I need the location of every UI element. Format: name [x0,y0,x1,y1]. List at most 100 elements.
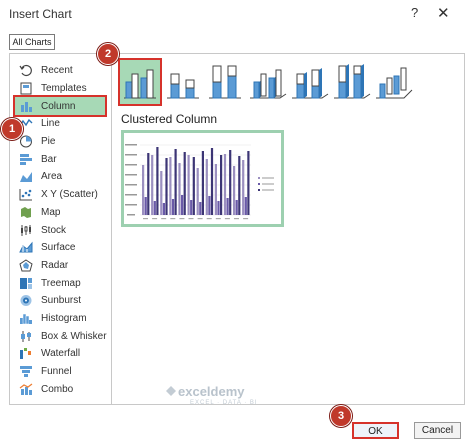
preview-bar [144,197,147,215]
sidebar-item-label: Radar [41,259,69,271]
subtype-3d-clustered-column[interactable] [248,60,288,104]
sidebar-item-label: Column [41,100,76,112]
sidebar-item-label: Treemap [41,277,81,289]
map-chart-icon [21,206,31,218]
sidebar-item-label: Bar [41,153,57,165]
sidebar-item-scatter[interactable]: X Y (Scatter) [15,186,107,204]
sidebar-item-treemap[interactable]: Treemap [15,274,107,292]
sidebar-item-label: Sunburst [41,295,82,307]
subtype-3d-column[interactable] [374,60,414,104]
sidebar-item-waterfall[interactable]: Waterfall [15,345,107,363]
cancel-button[interactable]: Cancel [414,422,461,439]
preview-x-tick-label [170,218,176,220]
subtype-3d-stacked-column[interactable] [290,60,330,104]
tab-all-charts[interactable]: All Charts [9,34,55,50]
preview-bar [181,195,184,215]
3d-clustered-column-icon [250,69,287,99]
preview-x-tick-label [234,218,239,220]
preview-bar [208,196,211,215]
preview-bar [165,158,168,215]
preview-bar [229,150,232,215]
preview-bar [220,155,223,215]
preview-bar [151,155,154,215]
treemap-chart-icon [20,277,32,289]
bar-chart-icon [20,153,32,165]
step-2-badge: 2 [97,43,119,65]
preview-x-tick-label [224,218,230,220]
100-stacked-column-icon [209,65,241,99]
step-3-badge: 3 [330,405,352,427]
sidebar-item-bar[interactable]: Bar [15,150,107,168]
close-button[interactable]: ✕ [437,4,450,22]
preview-bar [238,156,241,215]
panel-divider [111,53,112,405]
box-whisker-chart-icon [21,330,31,342]
preview-bar [217,201,220,215]
recent-icon [19,65,32,77]
sidebar-item-radar[interactable]: Radar [15,257,107,275]
preview-bar [196,168,199,215]
sidebar-item-sunburst[interactable]: Sunburst [15,292,107,310]
sunburst-chart-icon [20,295,32,307]
preview-bar [160,171,163,215]
sidebar-item-funnel[interactable]: Funnel [15,363,107,381]
preview-bar [226,198,229,215]
pie-chart-icon [20,135,32,148]
preview-x-tick-label [215,218,221,220]
sidebar-item-column[interactable]: Column [13,95,107,117]
preview-bar [199,202,202,215]
preview-bar [162,203,165,215]
sidebar-item-label: Line [41,118,60,130]
watermark-brand: exceldemy [178,384,245,399]
sidebar-item-box-whisker[interactable]: Box & Whisker [15,327,107,345]
preview-bar [174,149,177,215]
sidebar-item-combo[interactable]: Combo [15,380,107,398]
preview-bar [147,153,150,215]
chart-preview[interactable] [121,130,284,227]
subtype-stacked-column[interactable] [163,60,203,104]
sidebar-item-label: X Y (Scatter) [41,189,98,201]
subtype-3d-100-stacked-column[interactable] [332,60,372,104]
preview-bar [156,147,159,215]
radar-chart-icon [19,259,33,272]
preview-bar [192,157,195,215]
sidebar-item-histogram[interactable]: Histogram [15,310,107,328]
sidebar-item-pie[interactable]: Pie [15,133,107,151]
sidebar-item-label: Templates [41,83,87,95]
sidebar-item-label: Funnel [41,366,72,378]
preview-bar [178,163,181,215]
preview-bar [171,199,175,215]
subtype-100-stacked-column[interactable] [205,60,245,104]
preview-bar [233,166,236,215]
3d-column-icon [376,67,413,99]
sidebar-item-map[interactable]: Map [15,204,107,222]
combo-chart-icon [19,383,33,395]
help-button[interactable]: ? [411,5,418,20]
subtype-clustered-column[interactable] [118,58,162,106]
preview-bar [247,151,250,215]
ok-button[interactable]: OK [352,422,399,439]
stacked-column-icon [167,73,199,99]
preview-bar [244,197,247,215]
sidebar-item-recent[interactable]: Recent [15,62,107,80]
step-1-badge: 1 [1,118,23,140]
sidebar-item-line[interactable]: Line [15,115,107,133]
preview-bar [205,159,208,215]
sidebar-item-surface[interactable]: Surface [15,239,107,257]
subtype-name: Clustered Column [121,112,218,126]
preview-bar [223,154,227,215]
sidebar-item-label: Pie [41,136,56,148]
waterfall-chart-icon [20,348,31,360]
clustered-column-icon [124,69,156,99]
sidebar-item-area[interactable]: Area [15,168,107,186]
preview-x-tick-label [152,218,158,220]
templates-icon [20,82,32,95]
funnel-chart-icon [20,366,32,378]
sidebar-item-label: Combo [41,383,74,395]
preview-bar [190,200,193,215]
dialog-title: Insert Chart [9,7,72,21]
preview-bar [214,164,217,215]
exceldemy-logo-icon [166,386,176,396]
preview-x-tick-label [197,218,203,220]
sidebar-item-stock[interactable]: Stock [15,221,107,239]
